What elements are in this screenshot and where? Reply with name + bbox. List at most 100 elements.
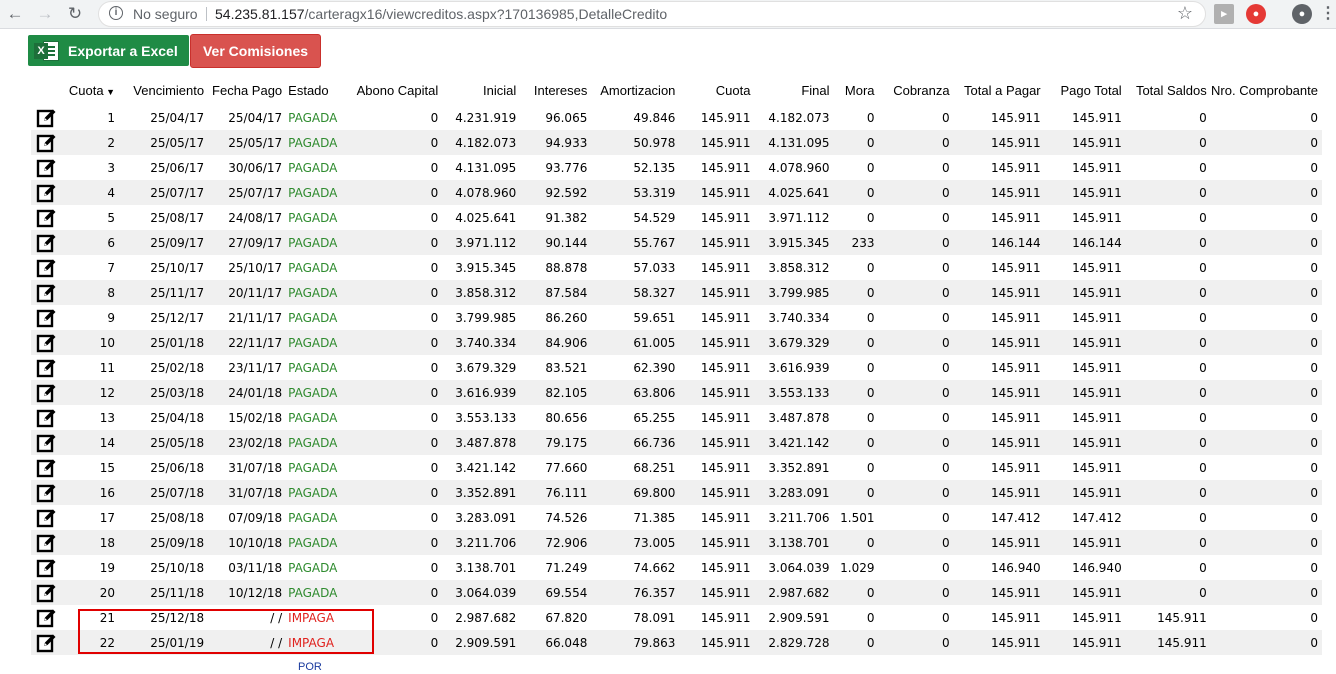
table-cell: 0 [1125,455,1211,480]
table-cell: 30/06/17 [208,155,287,180]
row-action-cell [31,155,61,180]
table-cell: 145.911 [1044,580,1126,605]
export-excel-button[interactable]: X Exportar a Excel [28,35,189,66]
table-cell: 10 [60,330,120,355]
table-cell: 69.800 [591,480,680,505]
column-header[interactable]: Cuota ▼ [60,75,119,105]
table-cell: 25/05/17 [119,130,209,155]
edit-icon[interactable] [36,583,56,603]
table-cell: 145.911 [953,155,1045,180]
table-cell: 3.138.701 [442,555,521,580]
table-cell: 145.911 [679,255,755,280]
table-cell: 0 [1210,130,1322,155]
edit-icon[interactable] [36,108,56,128]
table-cell: 0 [1125,405,1211,430]
table-cell: 145.911 [1044,380,1126,405]
edit-icon[interactable] [36,433,56,453]
table-cell: 145.911 [953,255,1045,280]
table-cell: 3.352.891 [754,455,834,480]
table-cell: 3.971.112 [442,230,521,255]
table-cell: PAGADA [286,105,344,130]
extension-badge-icon[interactable]: ● [1246,4,1266,24]
table-cell: 145.911 [953,630,1045,655]
table-cell: 3.915.345 [442,255,521,280]
table-cell: 25/09/18 [119,530,209,555]
table-cell: 3.679.329 [442,355,521,380]
table-cell: 1.029 [833,555,879,580]
back-arrow-icon[interactable]: ← [4,3,26,25]
table-cell: 20/11/17 [208,280,287,305]
bookmark-star-icon[interactable]: ☆ [1177,3,1193,24]
table-cell: 20 [60,580,120,605]
table-cell: 61.005 [591,330,680,355]
table-row: 11 25/02/18 23/11/17 PAGADA 0 3.679.329 83.521… [31,355,1322,380]
table-cell: 25/06/18 [119,455,209,480]
edit-icon[interactable] [36,208,56,228]
edit-icon[interactable] [36,458,56,478]
table-cell: 25/08/17 [119,205,209,230]
edit-icon[interactable] [36,358,56,378]
edit-icon[interactable] [36,308,56,328]
edit-icon[interactable] [36,633,56,653]
edit-icon[interactable] [36,283,56,303]
edit-icon[interactable] [36,258,56,278]
column-header: Intereses [520,75,591,105]
edit-icon[interactable] [36,508,56,528]
table-cell: 0 [1125,530,1211,555]
menu-kebab-icon[interactable]: ⋮ [1318,4,1336,24]
table-cell: 25/04/18 [119,405,209,430]
table-cell: 0 [1125,555,1211,580]
table-cell: 0 [878,630,954,655]
edit-icon[interactable] [36,158,56,178]
edit-icon[interactable] [36,333,56,353]
table-cell: 25/04/17 [119,105,209,130]
table-cell: 3.138.701 [754,530,834,555]
table-cell: 53.319 [591,180,680,205]
table-cell: 145.911 [953,205,1045,230]
row-action-cell [31,580,61,605]
edit-icon[interactable] [36,408,56,428]
edit-icon[interactable] [36,483,56,503]
table-cell: 0 [343,605,443,630]
table-cell: 0 [1125,330,1211,355]
table-cell: 25/03/18 [119,380,209,405]
ver-comisiones-button[interactable]: Ver Comisiones [190,34,321,68]
table-cell: 66.048 [520,630,592,655]
table-cell: 4.182.073 [442,130,521,155]
table-cell: 0 [1125,180,1211,205]
info-icon[interactable]: i [109,6,123,20]
table-cell: 0 [833,180,879,205]
pdf-extension-icon[interactable]: ▸ [1214,4,1234,24]
table-cell: 0 [833,605,879,630]
edit-icon[interactable] [36,533,56,553]
edit-icon[interactable] [36,183,56,203]
browser-toolbar: ← → ↻ i No seguro 54.235.81.157/carterag… [0,0,1336,29]
table-cell: 83.521 [520,355,592,380]
table-cell: 145.911 [679,355,755,380]
table-cell: 0 [833,455,879,480]
edit-icon[interactable] [36,133,56,153]
table-cell: 0 [343,630,443,655]
table-row: 16 25/07/18 31/07/18 PAGADA 0 3.352.891 76.111… [31,480,1322,505]
column-header: Pago Total [1045,75,1126,105]
address-bar[interactable]: i No seguro 54.235.81.157/carteragx16/vi… [98,1,1206,27]
reload-icon[interactable]: ↻ [64,3,86,25]
table-cell: 7 [60,255,120,280]
table-cell: 145.911 [953,480,1045,505]
column-header-label: Mora [844,82,875,98]
edit-icon[interactable] [36,558,56,578]
sort-caret-icon[interactable]: ▼ [104,87,115,97]
table-cell: 145.911 [679,605,755,630]
table-cell: 4.131.095 [442,155,521,180]
forward-arrow-icon[interactable]: → [34,3,56,25]
table-cell: 0 [343,505,443,530]
edit-icon[interactable] [36,383,56,403]
edit-icon[interactable] [36,608,56,628]
table-cell: 0 [1210,355,1322,380]
table-cell: 3.211.706 [442,530,521,555]
table-row: 20 25/11/18 10/12/18 PAGADA 0 3.064.039 69.554… [31,580,1322,605]
url-text[interactable]: 54.235.81.157/carteragx16/viewcreditos.a… [215,6,667,22]
edit-icon[interactable] [36,233,56,253]
table-cell: 145.911 [1044,305,1126,330]
profile-avatar-icon[interactable]: ● [1292,4,1312,24]
